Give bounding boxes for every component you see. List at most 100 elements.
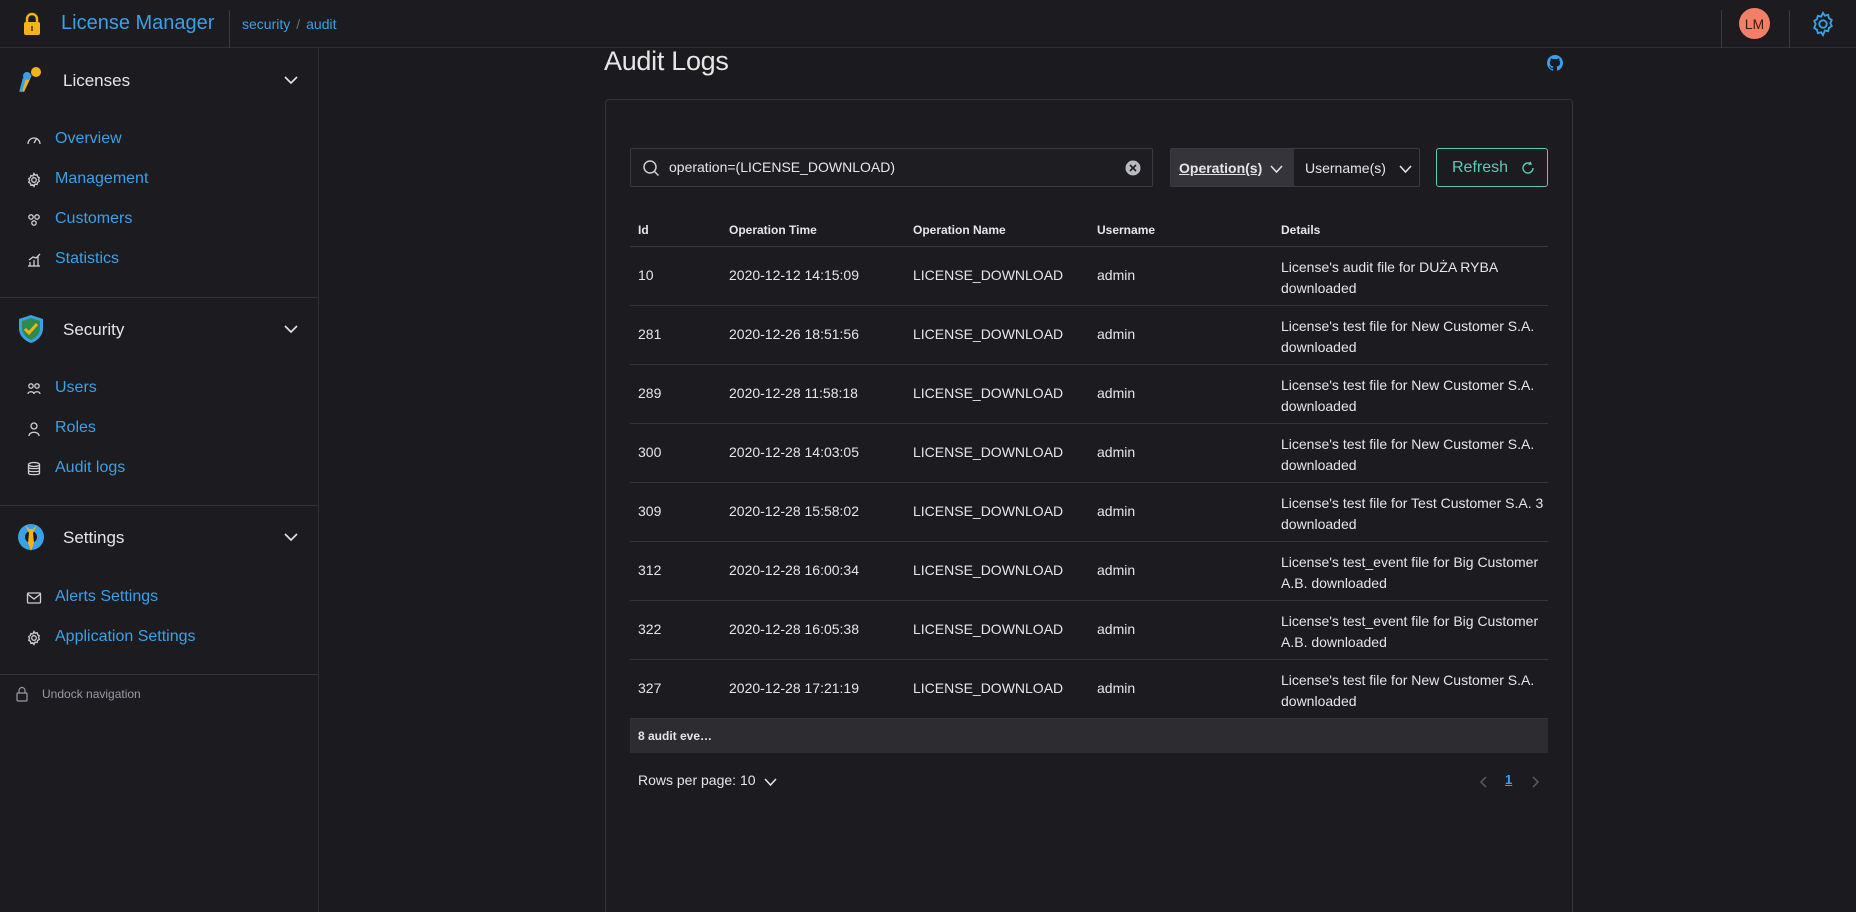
chevron-down-icon bbox=[1399, 162, 1412, 180]
sidebar-item-application-settings[interactable]: Application Settings bbox=[0, 620, 318, 656]
chevron-right-icon[interactable] bbox=[1530, 775, 1540, 793]
column-header-operation-time[interactable]: Operation Time bbox=[729, 223, 817, 237]
chevron-down-icon[interactable] bbox=[284, 73, 298, 87]
cell-details: License's test file for Test Customer S.… bbox=[1281, 495, 1544, 532]
cell-operation-name: LICENSE_DOWNLOAD bbox=[913, 385, 1064, 401]
table-row[interactable]: 312 2020-12-28 16:00:34 LICENSE_DOWNLOAD… bbox=[630, 542, 1548, 601]
cell-operation-time: 2020-12-28 14:03:05 bbox=[729, 444, 859, 460]
sidebar-item-users[interactable]: Users bbox=[0, 371, 318, 407]
role-icon bbox=[26, 421, 42, 437]
usernames-dropdown[interactable]: Username(s) bbox=[1295, 149, 1420, 186]
undock-label: Undock navigation bbox=[42, 687, 141, 701]
chevron-down-icon[interactable] bbox=[284, 322, 298, 336]
cell-id: 300 bbox=[638, 444, 662, 460]
chevron-left-icon[interactable] bbox=[1479, 775, 1489, 793]
table-row[interactable]: 322 2020-12-28 16:05:38 LICENSE_DOWNLOAD… bbox=[630, 601, 1548, 660]
sidebar-item-customers[interactable]: Customers bbox=[0, 202, 318, 238]
column-header-username[interactable]: Username bbox=[1097, 223, 1155, 237]
database-icon bbox=[26, 461, 42, 477]
usernames-dropdown-label: Username(s) bbox=[1305, 160, 1386, 176]
lock-icon bbox=[20, 12, 44, 36]
sidebar-group-label: Security bbox=[63, 320, 125, 339]
clear-icon[interactable] bbox=[1125, 160, 1141, 176]
gear-icon bbox=[26, 630, 42, 646]
operations-dropdown[interactable]: Operation(s) bbox=[1171, 149, 1294, 186]
breadcrumb: security / audit bbox=[242, 16, 337, 32]
table-row[interactable]: 289 2020-12-28 11:58:18 LICENSE_DOWNLOAD… bbox=[630, 365, 1548, 424]
divider bbox=[1789, 10, 1790, 48]
table-row[interactable]: 300 2020-12-28 14:03:05 LICENSE_DOWNLOAD… bbox=[630, 424, 1548, 483]
sidebar-item-alerts-settings[interactable]: Alerts Settings bbox=[0, 580, 318, 616]
cell-username: admin bbox=[1097, 385, 1136, 401]
sidebar-item-label: Users bbox=[55, 379, 97, 396]
chevron-down-icon[interactable] bbox=[284, 530, 298, 544]
refresh-button[interactable]: Refresh bbox=[1436, 148, 1548, 187]
mail-icon bbox=[26, 590, 42, 606]
cell-id: 312 bbox=[638, 562, 662, 578]
divider bbox=[0, 674, 318, 675]
cell-details: License's test file for New Customer S.A… bbox=[1281, 672, 1535, 709]
breadcrumb-audit[interactable]: audit bbox=[306, 16, 336, 32]
lock-icon bbox=[16, 686, 28, 702]
column-header-details[interactable]: Details bbox=[1281, 223, 1320, 237]
cell-operation-name: LICENSE_DOWNLOAD bbox=[913, 680, 1064, 696]
filter-dropdowns: Operation(s) Username(s) bbox=[1170, 148, 1420, 187]
cell-username: admin bbox=[1097, 267, 1136, 283]
search-value: operation=(LICENSE_DOWNLOAD) bbox=[669, 159, 896, 175]
sidebar-item-overview[interactable]: Overview bbox=[0, 122, 318, 158]
cell-operation-name: LICENSE_DOWNLOAD bbox=[913, 444, 1064, 460]
app-title[interactable]: License Manager bbox=[61, 12, 214, 35]
table-row[interactable]: 327 2020-12-28 17:21:19 LICENSE_DOWNLOAD… bbox=[630, 660, 1548, 719]
table-row[interactable]: 309 2020-12-28 15:58:02 LICENSE_DOWNLOAD… bbox=[630, 483, 1548, 542]
sidebar-item-management[interactable]: Management bbox=[0, 162, 318, 198]
search-input[interactable]: operation=(LICENSE_DOWNLOAD) bbox=[630, 148, 1153, 187]
refresh-label: Refresh bbox=[1452, 159, 1509, 176]
cell-operation-name: LICENSE_DOWNLOAD bbox=[913, 326, 1064, 342]
sidebar-item-label: Application Settings bbox=[55, 628, 196, 645]
sidebar-item-audit-logs[interactable]: Audit logs bbox=[0, 451, 318, 487]
page-number-current[interactable]: 1 bbox=[1505, 772, 1512, 787]
cell-details: License's test_event file for Big Custom… bbox=[1281, 554, 1539, 591]
shield-icon bbox=[15, 313, 47, 345]
rows-per-page-select[interactable]: Rows per page: 10 bbox=[638, 772, 756, 788]
table-row[interactable]: 10 2020-12-12 14:15:09 LICENSE_DOWNLOAD … bbox=[630, 247, 1548, 306]
sidebar-item-label: Alerts Settings bbox=[55, 588, 159, 605]
settings-wrench-icon bbox=[15, 521, 47, 553]
sidebar-item-label: Statistics bbox=[55, 250, 120, 267]
sidebar-item-statistics[interactable]: Statistics bbox=[0, 242, 318, 278]
cell-id: 309 bbox=[638, 503, 662, 519]
cell-operation-time: 2020-12-28 16:00:34 bbox=[729, 562, 859, 578]
chevron-down-icon[interactable] bbox=[764, 775, 777, 793]
user-avatar[interactable]: LM bbox=[1739, 8, 1770, 39]
sidebar-group-settings[interactable]: Settings bbox=[0, 508, 318, 566]
sidebar-item-label: Overview bbox=[55, 130, 122, 147]
cell-username: admin bbox=[1097, 326, 1136, 342]
sidebar-item-label: Management bbox=[55, 170, 149, 187]
top-bar: License Manager security / audit LM bbox=[0, 0, 1856, 48]
cell-id: 281 bbox=[638, 326, 662, 342]
table-row[interactable]: 281 2020-12-26 18:51:56 LICENSE_DOWNLOAD… bbox=[630, 306, 1548, 365]
sidebar-group-licenses[interactable]: Licenses bbox=[0, 51, 318, 109]
github-icon[interactable] bbox=[1547, 55, 1564, 71]
cell-operation-name: LICENSE_DOWNLOAD bbox=[913, 621, 1064, 637]
breadcrumb-security[interactable]: security bbox=[242, 16, 290, 32]
column-header-operation-name[interactable]: Operation Name bbox=[913, 223, 1006, 237]
keys-icon bbox=[15, 64, 47, 96]
cell-id: 289 bbox=[638, 385, 662, 401]
cell-username: admin bbox=[1097, 562, 1136, 578]
cell-id: 327 bbox=[638, 680, 662, 696]
customers-icon bbox=[26, 212, 42, 228]
sidebar-group-label: Settings bbox=[63, 528, 125, 547]
cell-operation-time: 2020-12-28 17:21:19 bbox=[729, 680, 859, 696]
gear-icon[interactable] bbox=[1809, 10, 1837, 38]
sidebar-group-security[interactable]: Security bbox=[0, 300, 318, 358]
cell-operation-name: LICENSE_DOWNLOAD bbox=[913, 503, 1064, 519]
cell-details: License's test file for New Customer S.A… bbox=[1281, 318, 1535, 355]
refresh-icon bbox=[1521, 161, 1535, 178]
column-header-id[interactable]: Id bbox=[638, 223, 649, 237]
page-title: Audit Logs bbox=[604, 46, 729, 76]
divider bbox=[0, 505, 318, 506]
users-icon bbox=[26, 381, 42, 397]
sidebar-item-roles[interactable]: Roles bbox=[0, 411, 318, 447]
sidebar-item-label: Roles bbox=[55, 419, 96, 436]
